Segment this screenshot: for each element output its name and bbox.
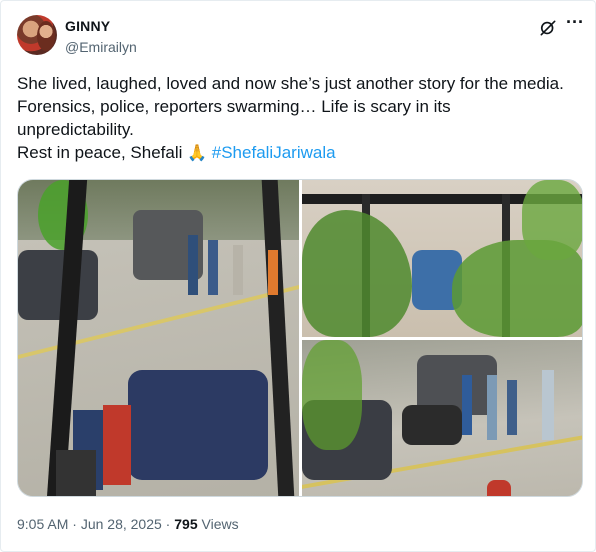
- tweet-line-1: She lived, laughed, loved and now she’s …: [17, 74, 564, 93]
- views-count: 795: [174, 516, 198, 532]
- views-label: Views: [197, 516, 239, 532]
- author-handle[interactable]: @Emirailyn: [65, 39, 137, 55]
- more-icon[interactable]: ···: [564, 13, 586, 37]
- tweet-line-2: Forensics, police, reporters swarming… L…: [17, 97, 451, 116]
- hashtag-link[interactable]: #ShefaliJariwala: [212, 143, 336, 162]
- author-name[interactable]: GINNY: [65, 18, 110, 34]
- footer-separator: ·: [161, 516, 175, 532]
- tweet-text: She lived, laughed, loved and now she’s …: [17, 72, 587, 165]
- tweet-footer: 9:05 AM · Jun 28, 2025 · 795 Views: [17, 516, 239, 532]
- footer-separator: ·: [68, 516, 81, 532]
- praying-hands-emoji: 🙏: [187, 145, 208, 162]
- tweet-card[interactable]: GINNY @Emirailyn ··· She lived, laughed,…: [0, 0, 596, 552]
- grok-icon[interactable]: [538, 18, 558, 38]
- tweet-time[interactable]: 9:05 AM: [17, 516, 68, 532]
- avatar-second-face: [37, 21, 55, 51]
- tweet-rip-text: Rest in peace, Shefali: [17, 143, 188, 162]
- photo-street-police[interactable]: [302, 340, 582, 496]
- tweet-line-4: Rest in peace, Shefali 🙏 #ShefaliJariwal…: [17, 141, 587, 165]
- photo-street-crowd[interactable]: [18, 180, 299, 496]
- tweet-line-3: unpredictability.: [17, 120, 134, 139]
- tweet-date[interactable]: Jun 28, 2025: [81, 516, 162, 532]
- avatar[interactable]: [17, 15, 57, 55]
- photo-through-railing[interactable]: [302, 180, 582, 337]
- media-grid: [17, 179, 583, 497]
